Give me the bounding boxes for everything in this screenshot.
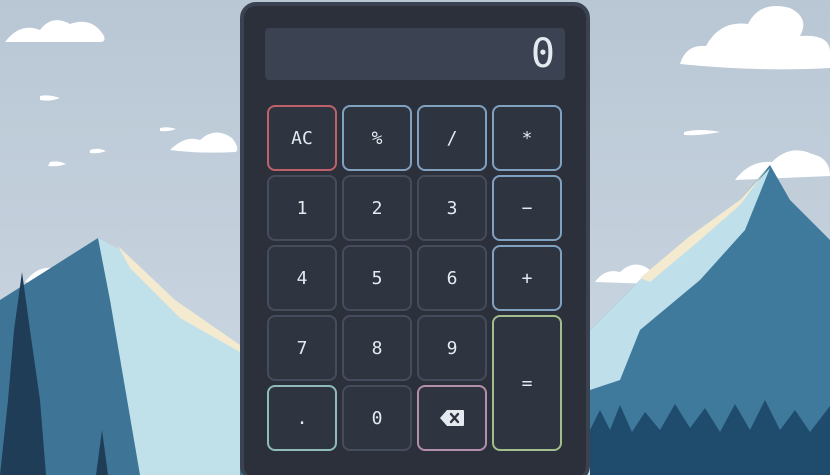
digit-5-button[interactable]: 5 [342, 245, 412, 311]
digit-6-button[interactable]: 6 [417, 245, 487, 311]
digit-1-button[interactable]: 1 [267, 175, 337, 241]
minus-button[interactable]: − [492, 175, 562, 241]
digit-7-button[interactable]: 7 [267, 315, 337, 381]
digit-9-button[interactable]: 9 [417, 315, 487, 381]
backspace-icon [440, 410, 464, 426]
digit-3-button[interactable]: 3 [417, 175, 487, 241]
digit-8-button[interactable]: 8 [342, 315, 412, 381]
divide-button[interactable]: / [417, 105, 487, 171]
percent-button[interactable]: % [342, 105, 412, 171]
calculator-display: 0 [265, 28, 565, 80]
multiply-button[interactable]: * [492, 105, 562, 171]
clear-button[interactable]: AC [267, 105, 337, 171]
decimal-button[interactable]: . [267, 385, 337, 451]
calculator: 0 AC % / * 1 2 3 − 4 5 6 + 7 8 9 = . 0 [240, 2, 590, 475]
backspace-button[interactable] [417, 385, 487, 451]
equals-button[interactable]: = [492, 315, 562, 451]
digit-0-button[interactable]: 0 [342, 385, 412, 451]
digit-2-button[interactable]: 2 [342, 175, 412, 241]
digit-4-button[interactable]: 4 [267, 245, 337, 311]
plus-button[interactable]: + [492, 245, 562, 311]
